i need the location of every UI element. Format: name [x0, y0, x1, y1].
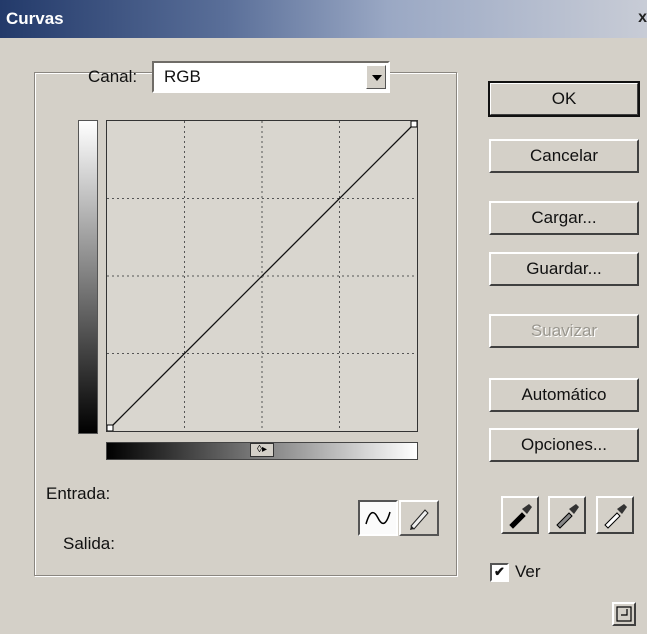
options-button[interactable]: Opciones... — [489, 428, 639, 462]
gradient-toggle-button[interactable]: ◊▸ — [250, 443, 274, 457]
gray-eyedropper-button[interactable] — [548, 496, 586, 534]
curve-point-black[interactable] — [107, 424, 114, 431]
eyedropper-gray-icon — [556, 504, 579, 529]
output-label: Salida: — [63, 534, 115, 553]
curve-graph[interactable] — [106, 120, 418, 432]
auto-button[interactable]: Automático — [489, 378, 639, 412]
curve-tool-button[interactable] — [358, 500, 398, 536]
chevron-down-icon[interactable] — [366, 65, 386, 89]
curve-tools — [358, 500, 440, 536]
input-label: Entrada: — [46, 484, 111, 503]
output-gradient-bar — [78, 120, 98, 434]
resize-button[interactable] — [612, 602, 636, 626]
load-button[interactable]: Cargar... — [489, 201, 639, 235]
curve-line[interactable] — [108, 122, 416, 430]
channel-value: RGB — [164, 67, 201, 86]
preview-checkbox[interactable]: ✔ — [490, 563, 509, 582]
smooth-button[interactable]: Suavizar — [489, 314, 639, 348]
close-icon[interactable]: x — [633, 8, 647, 28]
pencil-tool-icon — [410, 509, 429, 530]
preview-label: Ver — [515, 562, 541, 581]
white-eyedropper-button[interactable] — [596, 496, 634, 534]
black-eyedropper-button[interactable] — [501, 496, 539, 534]
channel-label: Canal: — [88, 67, 138, 86]
curve-tool-icon — [365, 511, 391, 525]
window-title: Curvas — [6, 9, 64, 28]
save-button[interactable]: Guardar... — [489, 252, 639, 286]
eyedropper-black-icon — [509, 504, 532, 529]
ok-button[interactable]: OK — [488, 81, 640, 117]
eyedropper-white-icon — [604, 504, 627, 529]
channel-select[interactable]: RGB — [152, 61, 390, 93]
title-bar: Curvas x — [0, 0, 647, 38]
curve-svg — [107, 121, 417, 431]
curve-point-white[interactable] — [410, 121, 417, 128]
resize-icon — [616, 606, 632, 622]
pencil-tool-button[interactable] — [399, 500, 439, 536]
cancel-button[interactable]: Cancelar — [489, 139, 639, 173]
